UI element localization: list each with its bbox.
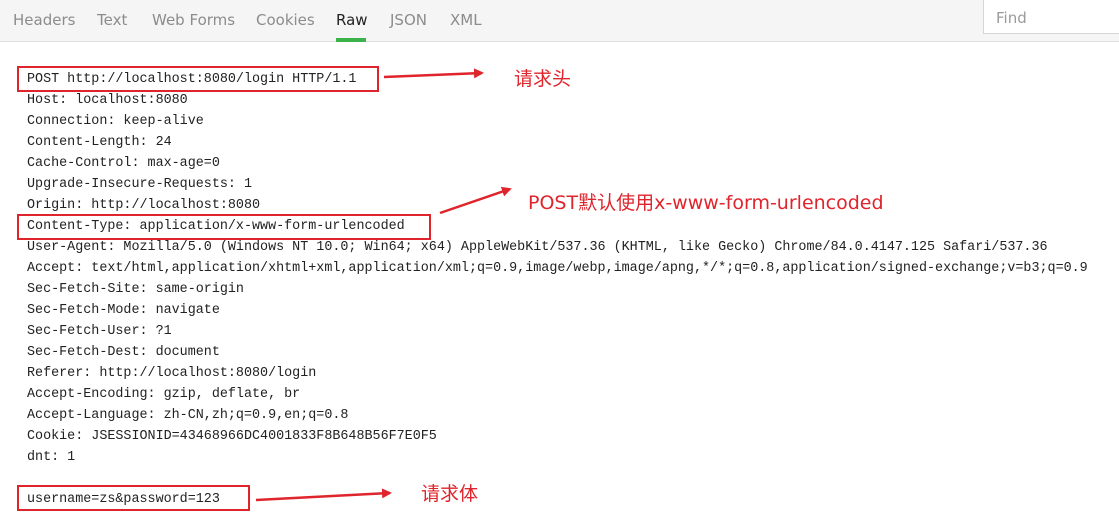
header-line-accept: Accept: text/html,application/xhtml+xml,… <box>27 261 1088 276</box>
header-line-user-agent: User-Agent: Mozilla/5.0 (Windows NT 10.0… <box>27 240 1048 255</box>
tab-text[interactable]: Text <box>97 11 127 29</box>
header-line-sec-fetch-mode: Sec-Fetch-Mode: navigate <box>27 303 220 318</box>
header-line-sec-fetch-site: Sec-Fetch-Site: same-origin <box>27 282 244 297</box>
find-input[interactable] <box>994 7 1118 29</box>
request-line-highlight-box <box>17 66 379 92</box>
request-body-highlight-box <box>17 485 250 511</box>
tab-headers[interactable]: Headers <box>13 11 75 29</box>
content-type-highlight-box <box>17 214 431 240</box>
header-line-sec-fetch-dest: Sec-Fetch-Dest: document <box>27 345 220 360</box>
header-line-referer: Referer: http://localhost:8080/login <box>27 366 317 381</box>
inspector-tab-bar: Headers Text Web Forms Cookies Raw JSON … <box>0 0 1119 42</box>
header-line-upgrade-insecure-requests: Upgrade-Insecure-Requests: 1 <box>27 177 252 192</box>
header-line-accept-language: Accept-Language: zh-CN,zh;q=0.9,en;q=0.8 <box>27 408 349 423</box>
header-line-dnt: dnt: 1 <box>27 450 76 465</box>
tab-cookies[interactable]: Cookies <box>256 11 315 29</box>
header-line-content-length: Content-Length: 24 <box>27 135 172 150</box>
tab-web-forms[interactable]: Web Forms <box>152 11 235 29</box>
tab-xml[interactable]: XML <box>450 11 482 29</box>
content-type-annotation: POST默认使用x-www-form-urlencoded <box>528 192 884 214</box>
header-line-sec-fetch-user: Sec-Fetch-User: ?1 <box>27 324 172 339</box>
header-line-connection: Connection: keep-alive <box>27 114 204 129</box>
header-line-cookie: Cookie: JSESSIONID=43468966DC4001833F8B6… <box>27 429 437 444</box>
header-line-cache-control: Cache-Control: max-age=0 <box>27 156 220 171</box>
header-line-accept-encoding: Accept-Encoding: gzip, deflate, br <box>27 387 301 402</box>
tab-raw[interactable]: Raw <box>336 11 368 29</box>
active-tab-indicator <box>336 38 366 42</box>
request-header-annotation: 请求头 <box>514 68 572 90</box>
request-body-annotation: 请求体 <box>421 483 479 505</box>
tab-json[interactable]: JSON <box>390 11 427 29</box>
header-line-host: Host: localhost:8080 <box>27 93 188 108</box>
find-box <box>983 0 1119 34</box>
header-line-origin: Origin: http://localhost:8080 <box>27 198 261 213</box>
